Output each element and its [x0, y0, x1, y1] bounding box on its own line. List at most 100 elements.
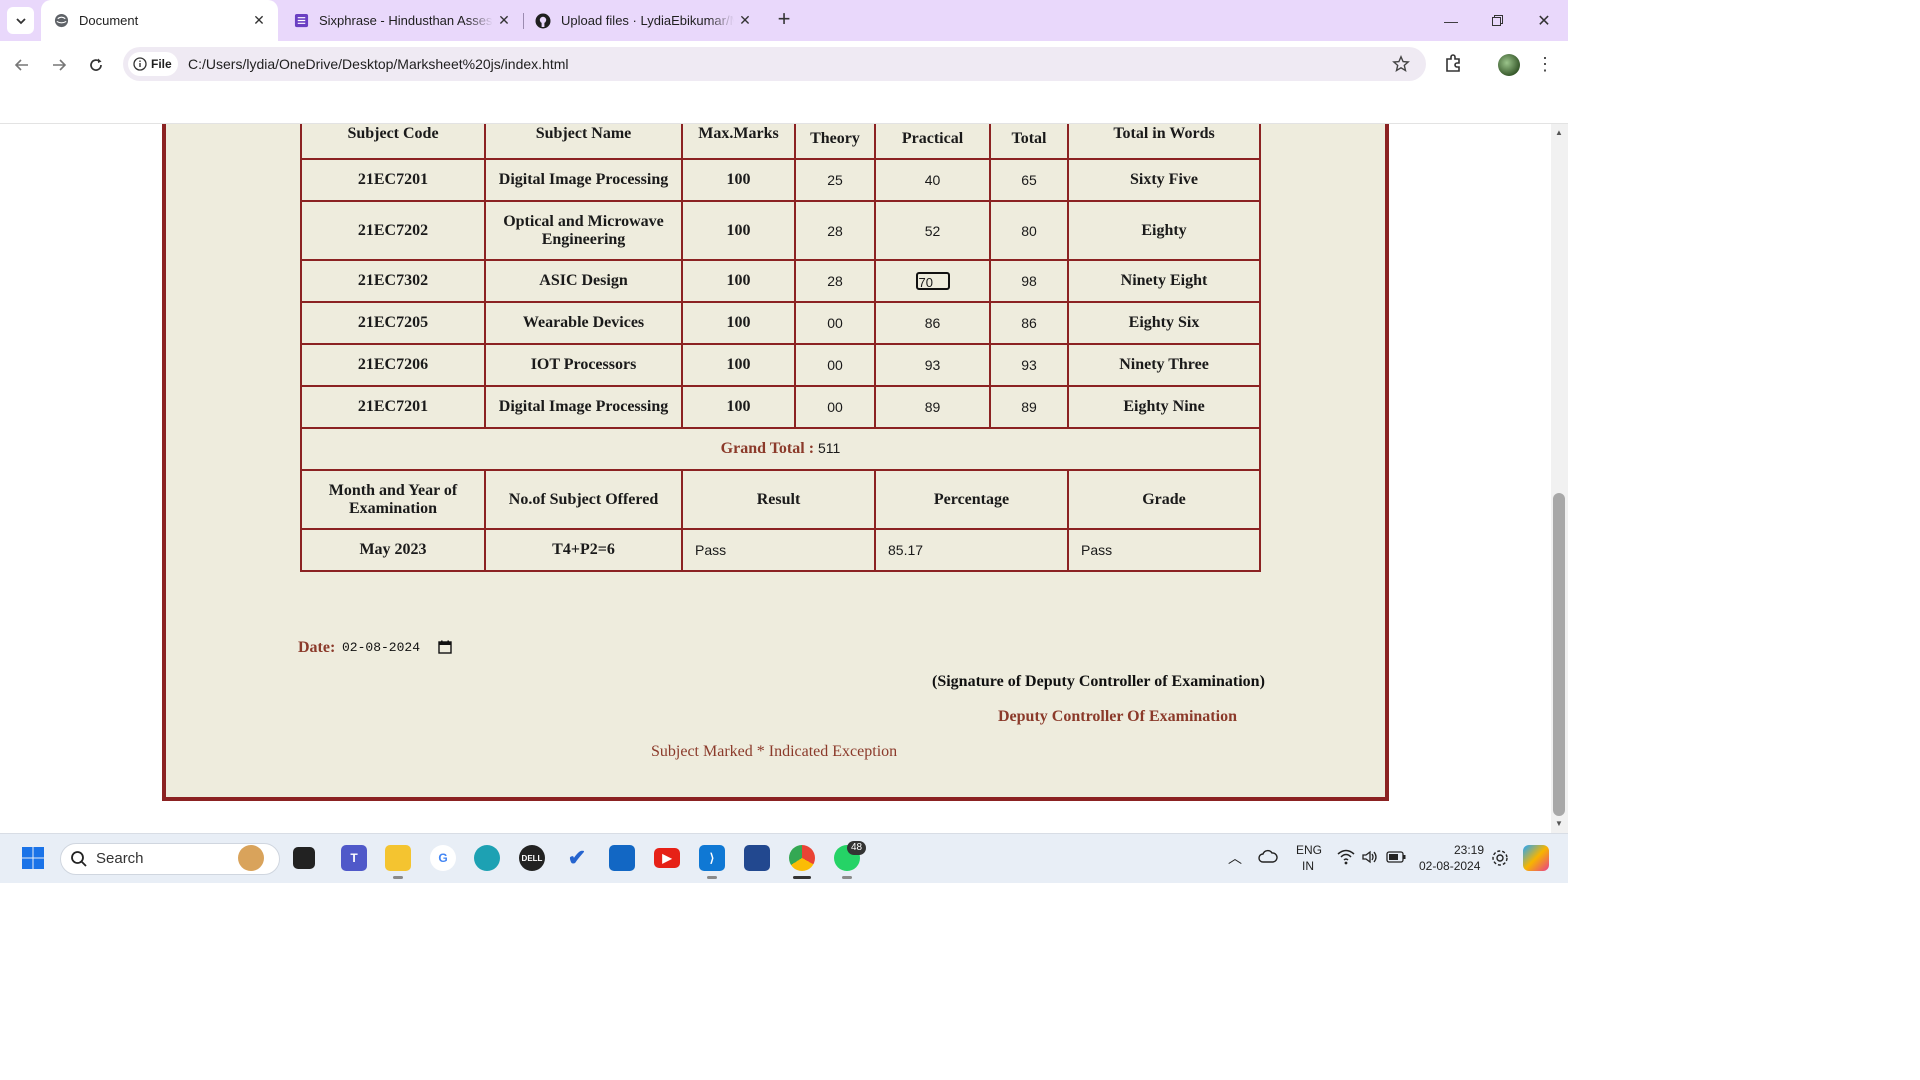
close-tab-icon[interactable]: ✕	[734, 12, 756, 29]
tab-github[interactable]: Upload files · LydiaEbikumar/Marksheet ✕	[527, 0, 764, 41]
table-row: 21EC7201 Digital Image Processing 100 00…	[300, 385, 1261, 429]
date-input[interactable]: 02-08-2024	[342, 640, 420, 655]
subject-name-cell: Digital Image Processing	[484, 158, 683, 202]
subject-name-cell: IOT Processors	[484, 343, 683, 387]
teams-icon[interactable]: T	[341, 845, 367, 871]
theory-cell[interactable]: 28	[794, 259, 876, 303]
total-cell: 80	[989, 200, 1069, 261]
scrollbar-thumb[interactable]	[1553, 493, 1565, 816]
forward-icon[interactable]	[47, 53, 71, 77]
theory-cell[interactable]: 00	[794, 343, 876, 387]
dell-icon[interactable]: DELL	[519, 845, 545, 871]
site-info-chip[interactable]: File	[128, 52, 178, 76]
theory-cell[interactable]: 00	[794, 385, 876, 429]
app-icon[interactable]	[744, 845, 770, 871]
tab-sixphrase[interactable]: Sixphrase - Hindusthan Assessment ✕	[285, 0, 523, 41]
total-in-words-cell: Eighty Six	[1067, 301, 1261, 345]
theory-cell[interactable]: 25	[794, 158, 876, 202]
vscode-icon[interactable]: ⟩	[699, 845, 725, 871]
new-tab-button[interactable]: +	[772, 8, 796, 32]
notification-settings-icon[interactable]	[1491, 849, 1509, 870]
search-icon	[70, 850, 88, 873]
subjects-offered-cell: T4+P2=6	[484, 528, 683, 572]
table-row: 21EC7205 Wearable Devices 100 00 86 86 E…	[300, 301, 1261, 345]
tab-search-button[interactable]	[7, 7, 34, 34]
grade-cell: Pass	[1067, 528, 1261, 572]
close-tab-icon[interactable]: ✕	[248, 12, 270, 29]
controller-title: Deputy Controller Of Examination	[998, 708, 1237, 725]
battery-icon[interactable]	[1386, 851, 1406, 866]
store-icon[interactable]	[609, 845, 635, 871]
theory-cell[interactable]: 00	[794, 301, 876, 345]
tray-overflow-icon[interactable]: ︿	[1228, 848, 1242, 868]
region-indicator[interactable]: IN	[1302, 859, 1314, 873]
max-marks-cell: 100	[681, 200, 796, 261]
globe-icon	[53, 13, 69, 29]
onedrive-icon[interactable]	[1258, 849, 1278, 868]
practical-cell[interactable]: 93	[874, 343, 991, 387]
month-year-cell: May 2023	[300, 528, 486, 572]
close-window-icon[interactable]: ✕	[1521, 0, 1567, 41]
github-icon	[535, 13, 551, 29]
practical-cell[interactable]: 40	[874, 158, 991, 202]
close-tab-icon[interactable]: ✕	[493, 12, 515, 29]
copilot-icon[interactable]	[1523, 845, 1549, 871]
table-row: 21EC7302 ASIC Design 100 28 70 98 Ninety…	[300, 259, 1261, 303]
running-indicator	[393, 876, 403, 879]
scroll-down-icon[interactable]: ▼	[1553, 819, 1565, 828]
reload-icon[interactable]	[84, 53, 108, 77]
marksheet-card: Subject Code Subject Name Max.Marks Tota…	[162, 124, 1389, 801]
chip-label: File	[151, 57, 172, 71]
percentage-cell: 85.17	[874, 528, 1069, 572]
bookmark-star-icon[interactable]	[1392, 55, 1410, 78]
language-indicator[interactable]: ENG	[1296, 843, 1322, 857]
grand-total-value: 511	[818, 440, 841, 456]
file-explorer-icon[interactable]	[385, 845, 411, 871]
windows-start-icon[interactable]	[20, 845, 46, 871]
browser-menu-icon[interactable]: ⋮	[1536, 54, 1554, 75]
url-text[interactable]: C:/Users/lydia/OneDrive/Desktop/Markshee…	[188, 56, 568, 72]
clock-date[interactable]: 02-08-2024	[1419, 859, 1480, 873]
marks-table: Subject Code Subject Name Max.Marks Tota…	[300, 124, 1261, 572]
calendar-icon[interactable]	[438, 640, 452, 659]
total-in-words-cell: Eighty Nine	[1067, 385, 1261, 429]
header-total: Total	[989, 124, 1069, 160]
back-icon[interactable]	[10, 53, 34, 77]
practical-input-focused[interactable]: 70	[915, 272, 950, 290]
volume-icon[interactable]	[1361, 849, 1379, 868]
total-in-words-cell: Eighty	[1067, 200, 1261, 261]
extensions-icon[interactable]	[1444, 53, 1464, 78]
youtube-icon[interactable]: ▶	[654, 848, 680, 868]
practical-cell[interactable]: 86	[874, 301, 991, 345]
profile-avatar[interactable]	[1498, 54, 1520, 76]
whatsapp-badge: 48	[847, 841, 867, 855]
theory-cell[interactable]: 28	[794, 200, 876, 261]
practical-cell: 70	[874, 259, 991, 303]
minimize-icon[interactable]: —	[1428, 0, 1474, 41]
header-grade: Grade	[1067, 469, 1261, 530]
chrome-icon[interactable]	[789, 845, 815, 871]
running-indicator	[707, 876, 717, 879]
table-row: 21EC7201 Digital Image Processing 100 25…	[300, 158, 1261, 202]
total-cell: 98	[989, 259, 1069, 303]
total-in-words-cell: Ninety Three	[1067, 343, 1261, 387]
taskbar: Search T G DELL ✔ ▶ ⟩ 48 ︿ ENG IN 23:19 …	[0, 833, 1568, 883]
practical-cell[interactable]: 89	[874, 385, 991, 429]
active-indicator	[793, 876, 811, 879]
restore-icon[interactable]	[1474, 0, 1520, 41]
task-view-icon[interactable]	[293, 847, 315, 869]
scroll-up-icon[interactable]: ▲	[1553, 128, 1565, 137]
tab-document[interactable]: Document ✕	[41, 0, 278, 41]
summary-row: May 2023 T4+P2=6 Pass 85.17 Pass	[300, 528, 1261, 572]
total-in-words-cell: Sixty Five	[1067, 158, 1261, 202]
subject-code-cell: 21EC7205	[300, 301, 486, 345]
todo-icon[interactable]: ✔	[564, 845, 590, 871]
wifi-icon[interactable]	[1337, 849, 1355, 868]
max-marks-cell: 100	[681, 385, 796, 429]
edge-icon[interactable]	[474, 845, 500, 871]
header-subjects-offered: No.of Subject Offered	[484, 469, 683, 530]
result-cell: Pass	[681, 528, 876, 572]
clock-time[interactable]: 23:19	[1454, 843, 1484, 857]
google-icon[interactable]: G	[430, 845, 456, 871]
practical-cell[interactable]: 52	[874, 200, 991, 261]
